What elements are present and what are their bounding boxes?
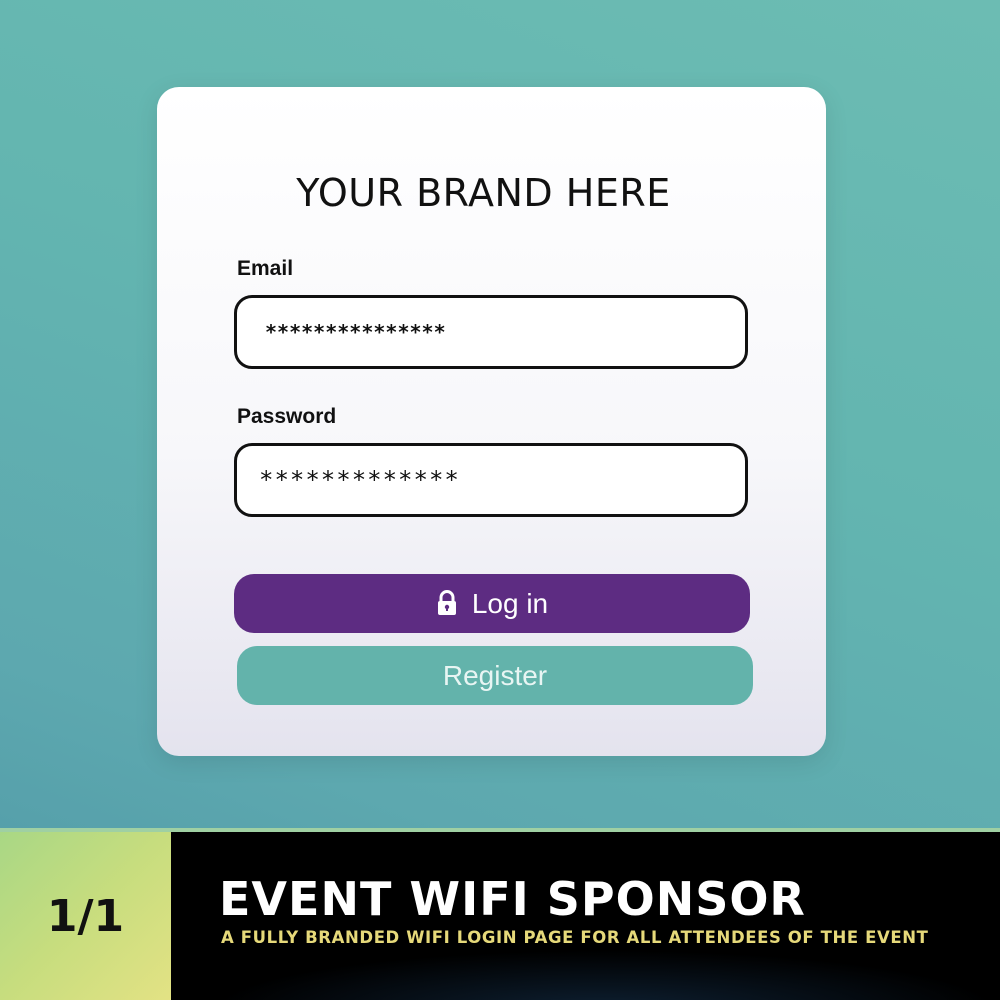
register-button[interactable]: Register: [237, 646, 753, 705]
register-button-label: Register: [442, 659, 548, 691]
password-value: *************: [259, 466, 460, 494]
password-label: Password: [237, 405, 337, 428]
login-card: YOUR BRAND HERE Email *************** Pa…: [157, 87, 826, 756]
page-counter: 1/1: [46, 890, 125, 942]
brand-title: YOUR BRAND HERE: [296, 171, 671, 215]
banner-title: EVENT WIFI SPONSOR: [219, 872, 806, 926]
login-button-label: Log in: [471, 587, 549, 619]
email-value: ***************: [265, 320, 446, 344]
email-field[interactable]: ***************: [234, 295, 748, 369]
lock-icon: [436, 589, 458, 616]
banner-title-box: EVENT WIFI SPONSOR A FULLY BRANDED WIFI …: [171, 830, 1000, 1000]
banner-accent-line: [0, 828, 1000, 832]
sponsor-banner: 1/1 EVENT WIFI SPONSOR A FULLY BRANDED W…: [0, 828, 1000, 1000]
password-field[interactable]: *************: [234, 443, 748, 517]
login-button[interactable]: Log in: [234, 574, 750, 633]
banner-subtitle: A FULLY BRANDED WIFI LOGIN PAGE FOR ALL …: [221, 928, 929, 947]
page-counter-box: 1/1: [0, 828, 171, 1000]
email-label: Email: [237, 257, 294, 280]
